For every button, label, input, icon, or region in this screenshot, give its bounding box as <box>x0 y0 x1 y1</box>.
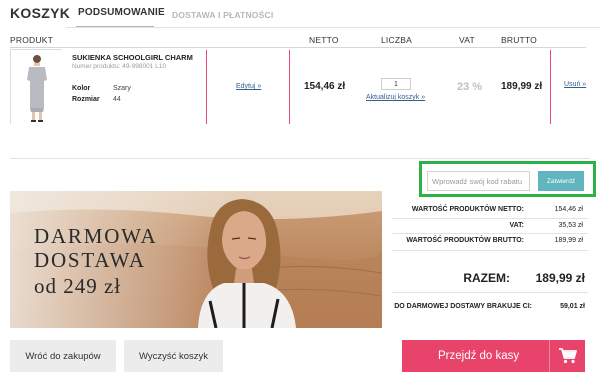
product-brutto-price: 189,99 zł <box>501 81 543 92</box>
dress-thumbnail-icon <box>11 50 63 125</box>
free-shipping-banner[interactable]: DARMOWA DOSTAWA od 249 zł <box>10 191 382 328</box>
size-label: Rozmiar <box>72 96 100 103</box>
checkout-button-label: Przejdź do kasy <box>438 350 520 362</box>
tab-podsumowanie[interactable]: PODSUMOWANIE <box>78 7 165 18</box>
checkout-button[interactable]: Przejdź do kasy <box>402 340 585 372</box>
tab-koszyk[interactable]: KOSZYK <box>10 5 70 21</box>
column-separator <box>289 50 290 124</box>
product-thumbnail[interactable] <box>10 49 63 125</box>
free-shipping-missing-value: 59,01 zł <box>560 303 585 310</box>
update-cart-link[interactable]: Aktualizuj koszyk » <box>366 94 425 101</box>
summary-netto-value: 154,46 zł <box>554 206 583 213</box>
product-vat: 23 % <box>457 81 483 93</box>
quantity-input[interactable] <box>381 78 411 90</box>
summary-brutto-value: 189,99 zł <box>554 237 583 244</box>
summary-divider <box>392 218 588 219</box>
product-number: Numer produktu: 49-998001 L10 <box>72 63 166 70</box>
banner-line-2: DOSTAWA <box>34 248 146 272</box>
row-divider <box>10 158 590 159</box>
back-to-shopping-button[interactable]: Wróć do zakupów <box>10 340 116 372</box>
column-separator <box>550 50 551 124</box>
column-separator <box>206 50 207 124</box>
product-netto-price: 154,46 zł <box>304 81 346 92</box>
column-header-vat: VAT <box>459 35 475 45</box>
coupon-code-input[interactable] <box>427 171 530 191</box>
column-header-liczba: LICZBA <box>381 35 412 45</box>
summary-divider <box>392 292 588 293</box>
total-label: RAZEM: <box>463 271 510 285</box>
color-label: Kolor <box>72 85 91 92</box>
color-value: Szary <box>113 85 131 92</box>
cart-icon <box>559 348 577 364</box>
total-value: 189,99 zł <box>535 271 585 285</box>
tab-dostawa-platnosci: DOSTAWA I PŁATNOŚCI <box>172 10 274 20</box>
size-value: 44 <box>113 96 121 103</box>
product-name[interactable]: SUKIENKA SCHOOLGIRL CHARM <box>72 53 193 62</box>
header-divider <box>10 47 586 48</box>
clear-cart-button[interactable]: Wyczyść koszyk <box>124 340 223 372</box>
summary-vat-value: 35,53 zł <box>558 222 583 229</box>
column-header-brutto: BRUTTO <box>501 35 537 45</box>
column-header-produkt: PRODUKT <box>10 35 53 45</box>
banner-line-1: DARMOWA <box>34 224 158 248</box>
edit-link[interactable]: Edytuj » <box>236 83 261 90</box>
column-header-netto: NETTO <box>309 35 339 45</box>
tabs-divider <box>66 27 600 28</box>
remove-link[interactable]: Usuń » <box>564 81 586 88</box>
free-shipping-missing-label: DO DARMOWEJ DOSTAWY BRAKUJE CI: <box>394 303 532 310</box>
summary-vat-label: VAT: <box>509 222 524 229</box>
summary-divider <box>392 233 588 234</box>
checkout-divider <box>549 340 550 372</box>
summary-brutto-label: WARTOŚĆ PRODUKTÓW BRUTTO: <box>406 237 524 244</box>
banner-line-3: od 249 zł <box>34 274 122 298</box>
apply-coupon-button[interactable]: Zatwierdź <box>538 171 584 191</box>
cart-tabs: KOSZYK PODSUMOWANIE DOSTAWA I PŁATNOŚCI <box>0 0 600 30</box>
summary-divider <box>392 250 588 251</box>
summary-netto-label: WARTOŚĆ PRODUKTÓW NETTO: <box>411 206 524 213</box>
